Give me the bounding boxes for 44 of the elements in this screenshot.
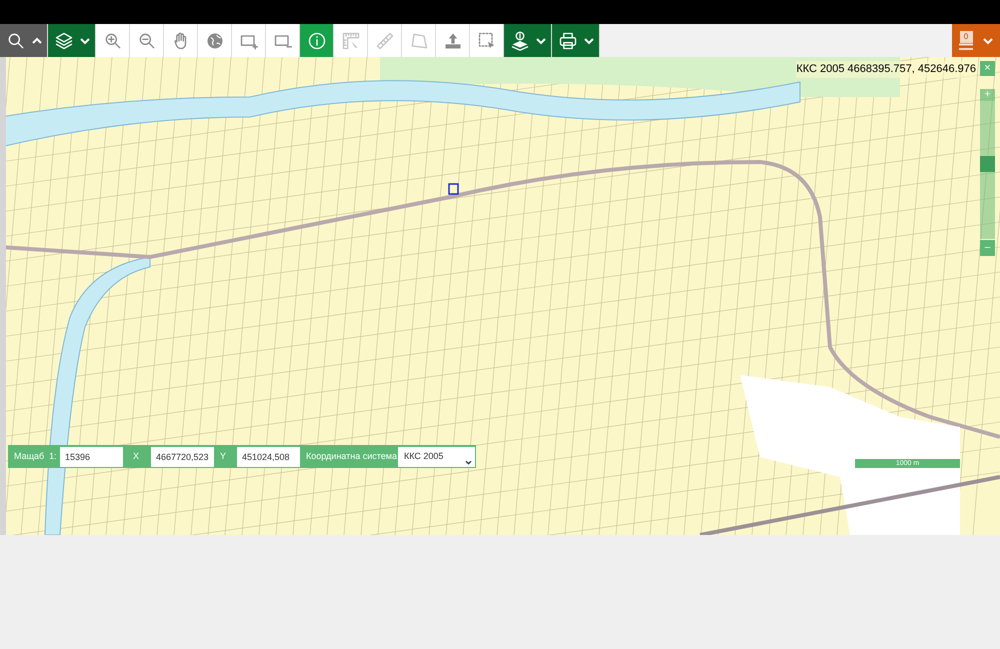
zoom-out-icon: [136, 30, 156, 50]
caret-icon: [536, 36, 546, 44]
list-icon: [959, 42, 973, 50]
zoom-out-button[interactable]: [130, 24, 164, 57]
search-button[interactable]: [0, 24, 48, 57]
print-button[interactable]: [552, 24, 600, 57]
pan-button[interactable]: [164, 24, 198, 57]
polygon-icon: [408, 30, 428, 50]
layer-info-button[interactable]: [504, 24, 552, 57]
field-label: Координатна система: [305, 450, 398, 463]
info-button[interactable]: [300, 24, 334, 57]
cursor-coordinates: ККС 2005 4668395.757, 452646.976: [796, 61, 976, 78]
info-icon: [306, 30, 326, 50]
y-coordinate-field[interactable]: 451024,508: [237, 446, 300, 466]
caret-icon: [584, 36, 594, 44]
caret-icon: [983, 36, 993, 44]
full-extent-button[interactable]: [198, 24, 232, 57]
ruler-icon: [374, 30, 394, 50]
globe-icon: [204, 30, 224, 50]
zoom-box-out-button[interactable]: [266, 24, 300, 57]
zoom-slider-thumb[interactable]: [980, 156, 995, 172]
layers-button[interactable]: [48, 24, 96, 57]
selection-icon: [476, 30, 496, 50]
layers-icon: [54, 30, 74, 50]
field-label: X: [132, 450, 140, 463]
caret-icon: [465, 460, 472, 464]
basket-count: 0: [960, 30, 972, 42]
x-coordinate-field[interactable]: 4667720,523: [151, 446, 214, 466]
basket-button[interactable]: 0: [952, 24, 1000, 57]
scale-field[interactable]: 15396: [60, 446, 123, 466]
zoom-in-button[interactable]: [96, 24, 130, 57]
coordinate-system-dropdown[interactable]: ККС 2005: [398, 446, 475, 466]
select-button[interactable]: [470, 24, 504, 57]
caret-icon: [32, 36, 42, 44]
search-icon: [6, 30, 26, 50]
caret-icon: [80, 36, 90, 44]
zoom-in-icon: [102, 30, 122, 50]
field-label: Y: [219, 450, 228, 463]
zoom-box-in-button[interactable]: [232, 24, 266, 57]
printer-icon: [558, 30, 578, 50]
field-label: Мащаб 1:: [13, 450, 58, 463]
zoom-slider[interactable]: [980, 101, 995, 239]
upload-button[interactable]: [436, 24, 470, 57]
layer-info-icon: [510, 30, 530, 50]
